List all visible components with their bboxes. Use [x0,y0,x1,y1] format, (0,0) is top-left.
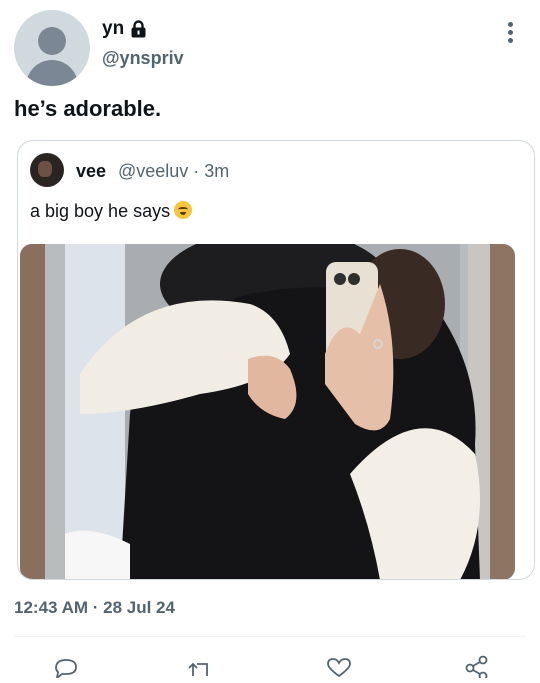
quoted-tweet-text-content: a big boy he says [30,201,171,221]
quoted-tweet-photo[interactable] [20,244,515,579]
reply-icon[interactable] [52,654,80,681]
quoted-author-handle-time[interactable]: @veeluv · 3m [118,161,229,182]
retweet-icon[interactable] [186,654,214,678]
share-icon[interactable] [462,654,490,681]
quoted-author-name[interactable]: vee [76,161,106,182]
crying-face-emoji-icon [174,201,193,219]
author-display-name[interactable]: yn [102,18,124,40]
author-handle[interactable]: @ynspriv [102,48,184,69]
quoted-author-avatar[interactable] [30,153,64,187]
tweet-timestamp[interactable]: 12:43 AM · 28 Jul 24 [14,598,175,618]
quoted-tweet-card[interactable]: vee @veeluv · 3m a big boy he says [17,140,535,580]
author-name-row[interactable]: yn [102,18,147,40]
more-options-icon[interactable] [508,22,514,44]
quoted-tweet-text: a big boy he says [30,201,193,222]
like-icon[interactable] [325,654,353,678]
divider [14,636,526,637]
tweet-actions-bar [0,650,540,681]
tweet-text: he’s adorable. [14,96,162,121]
lock-icon [130,20,147,38]
author-avatar[interactable] [14,10,90,86]
